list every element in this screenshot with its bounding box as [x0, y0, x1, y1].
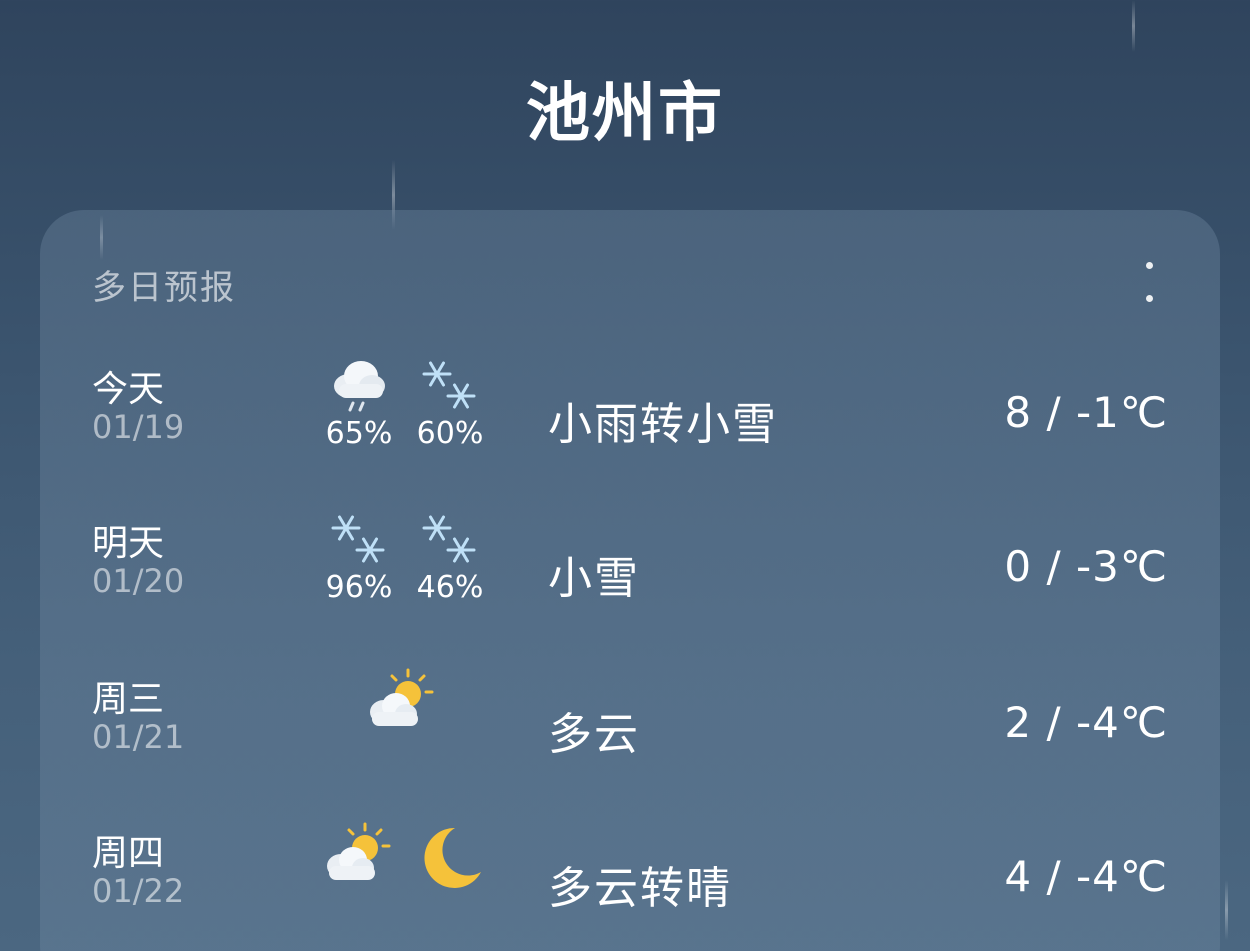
rain-streak: [1132, 0, 1135, 52]
day-date: 01/21: [92, 718, 185, 756]
more-vertical-icon[interactable]: [1134, 262, 1164, 302]
weather-condition: 多云转晴: [548, 863, 732, 914]
more-dot: [1145, 295, 1153, 302]
day-name: 今天: [92, 369, 165, 410]
weather-condition: 小雨转小雪: [548, 399, 778, 450]
partly-cloudy-icon: [327, 822, 391, 880]
night-weather: 60%: [410, 356, 490, 466]
precip-probability: 65%: [325, 416, 393, 451]
weather-condition: 小雪: [548, 553, 640, 604]
day-date: 01/22: [92, 872, 185, 910]
multi-day-forecast-card: 多日预报 今天 01/19 65% 60% 小雨转小雪 8 / -1℃ 明天 0…: [40, 210, 1220, 951]
forecast-row-thursday[interactable]: 周四 01/22 多云转晴 4 / -4℃: [40, 820, 1220, 940]
rain-streak: [1225, 880, 1228, 940]
temperature-range: 8 / -1℃: [1004, 388, 1168, 437]
cloud-rain-icon: [334, 361, 385, 412]
card-title: 多日预报: [92, 268, 236, 308]
snowflake-icon: [422, 515, 476, 563]
day-date: 01/19: [92, 408, 185, 446]
moon-icon: [424, 827, 481, 888]
day-name: 周三: [92, 679, 165, 720]
day-name: 周四: [92, 833, 165, 874]
snowflake-icon: [422, 361, 476, 409]
precip-probability: 60%: [416, 416, 484, 451]
day-weather: [362, 666, 442, 776]
partly-cloudy-icon: [370, 668, 434, 726]
weather-condition: 多云: [548, 709, 640, 760]
day-name: 明天: [92, 523, 165, 564]
day-weather: 65%: [319, 356, 399, 466]
temperature-range: 2 / -4℃: [1004, 698, 1168, 747]
temperature-range: 0 / -3℃: [1004, 542, 1168, 591]
precip-probability: 46%: [416, 570, 484, 605]
forecast-row-tomorrow[interactable]: 明天 01/20 96% 46% 小雪 0 / -3℃: [40, 510, 1220, 630]
day-date: 01/20: [92, 562, 185, 600]
night-weather: 46%: [410, 510, 490, 620]
forecast-row-wednesday[interactable]: 周三 01/21 多云 2 / -4℃: [40, 666, 1220, 786]
day-weather: 96%: [319, 510, 399, 620]
precip-probability: 96%: [325, 570, 393, 605]
day-weather: [319, 820, 399, 930]
night-weather: [410, 822, 490, 932]
city-title: 池州市: [526, 77, 724, 151]
temperature-range: 4 / -4℃: [1004, 852, 1168, 901]
forecast-row-today[interactable]: 今天 01/19 65% 60% 小雨转小雪 8 / -1℃: [40, 356, 1220, 476]
snowflake-icon: [331, 515, 385, 563]
more-dot: [1145, 262, 1153, 269]
